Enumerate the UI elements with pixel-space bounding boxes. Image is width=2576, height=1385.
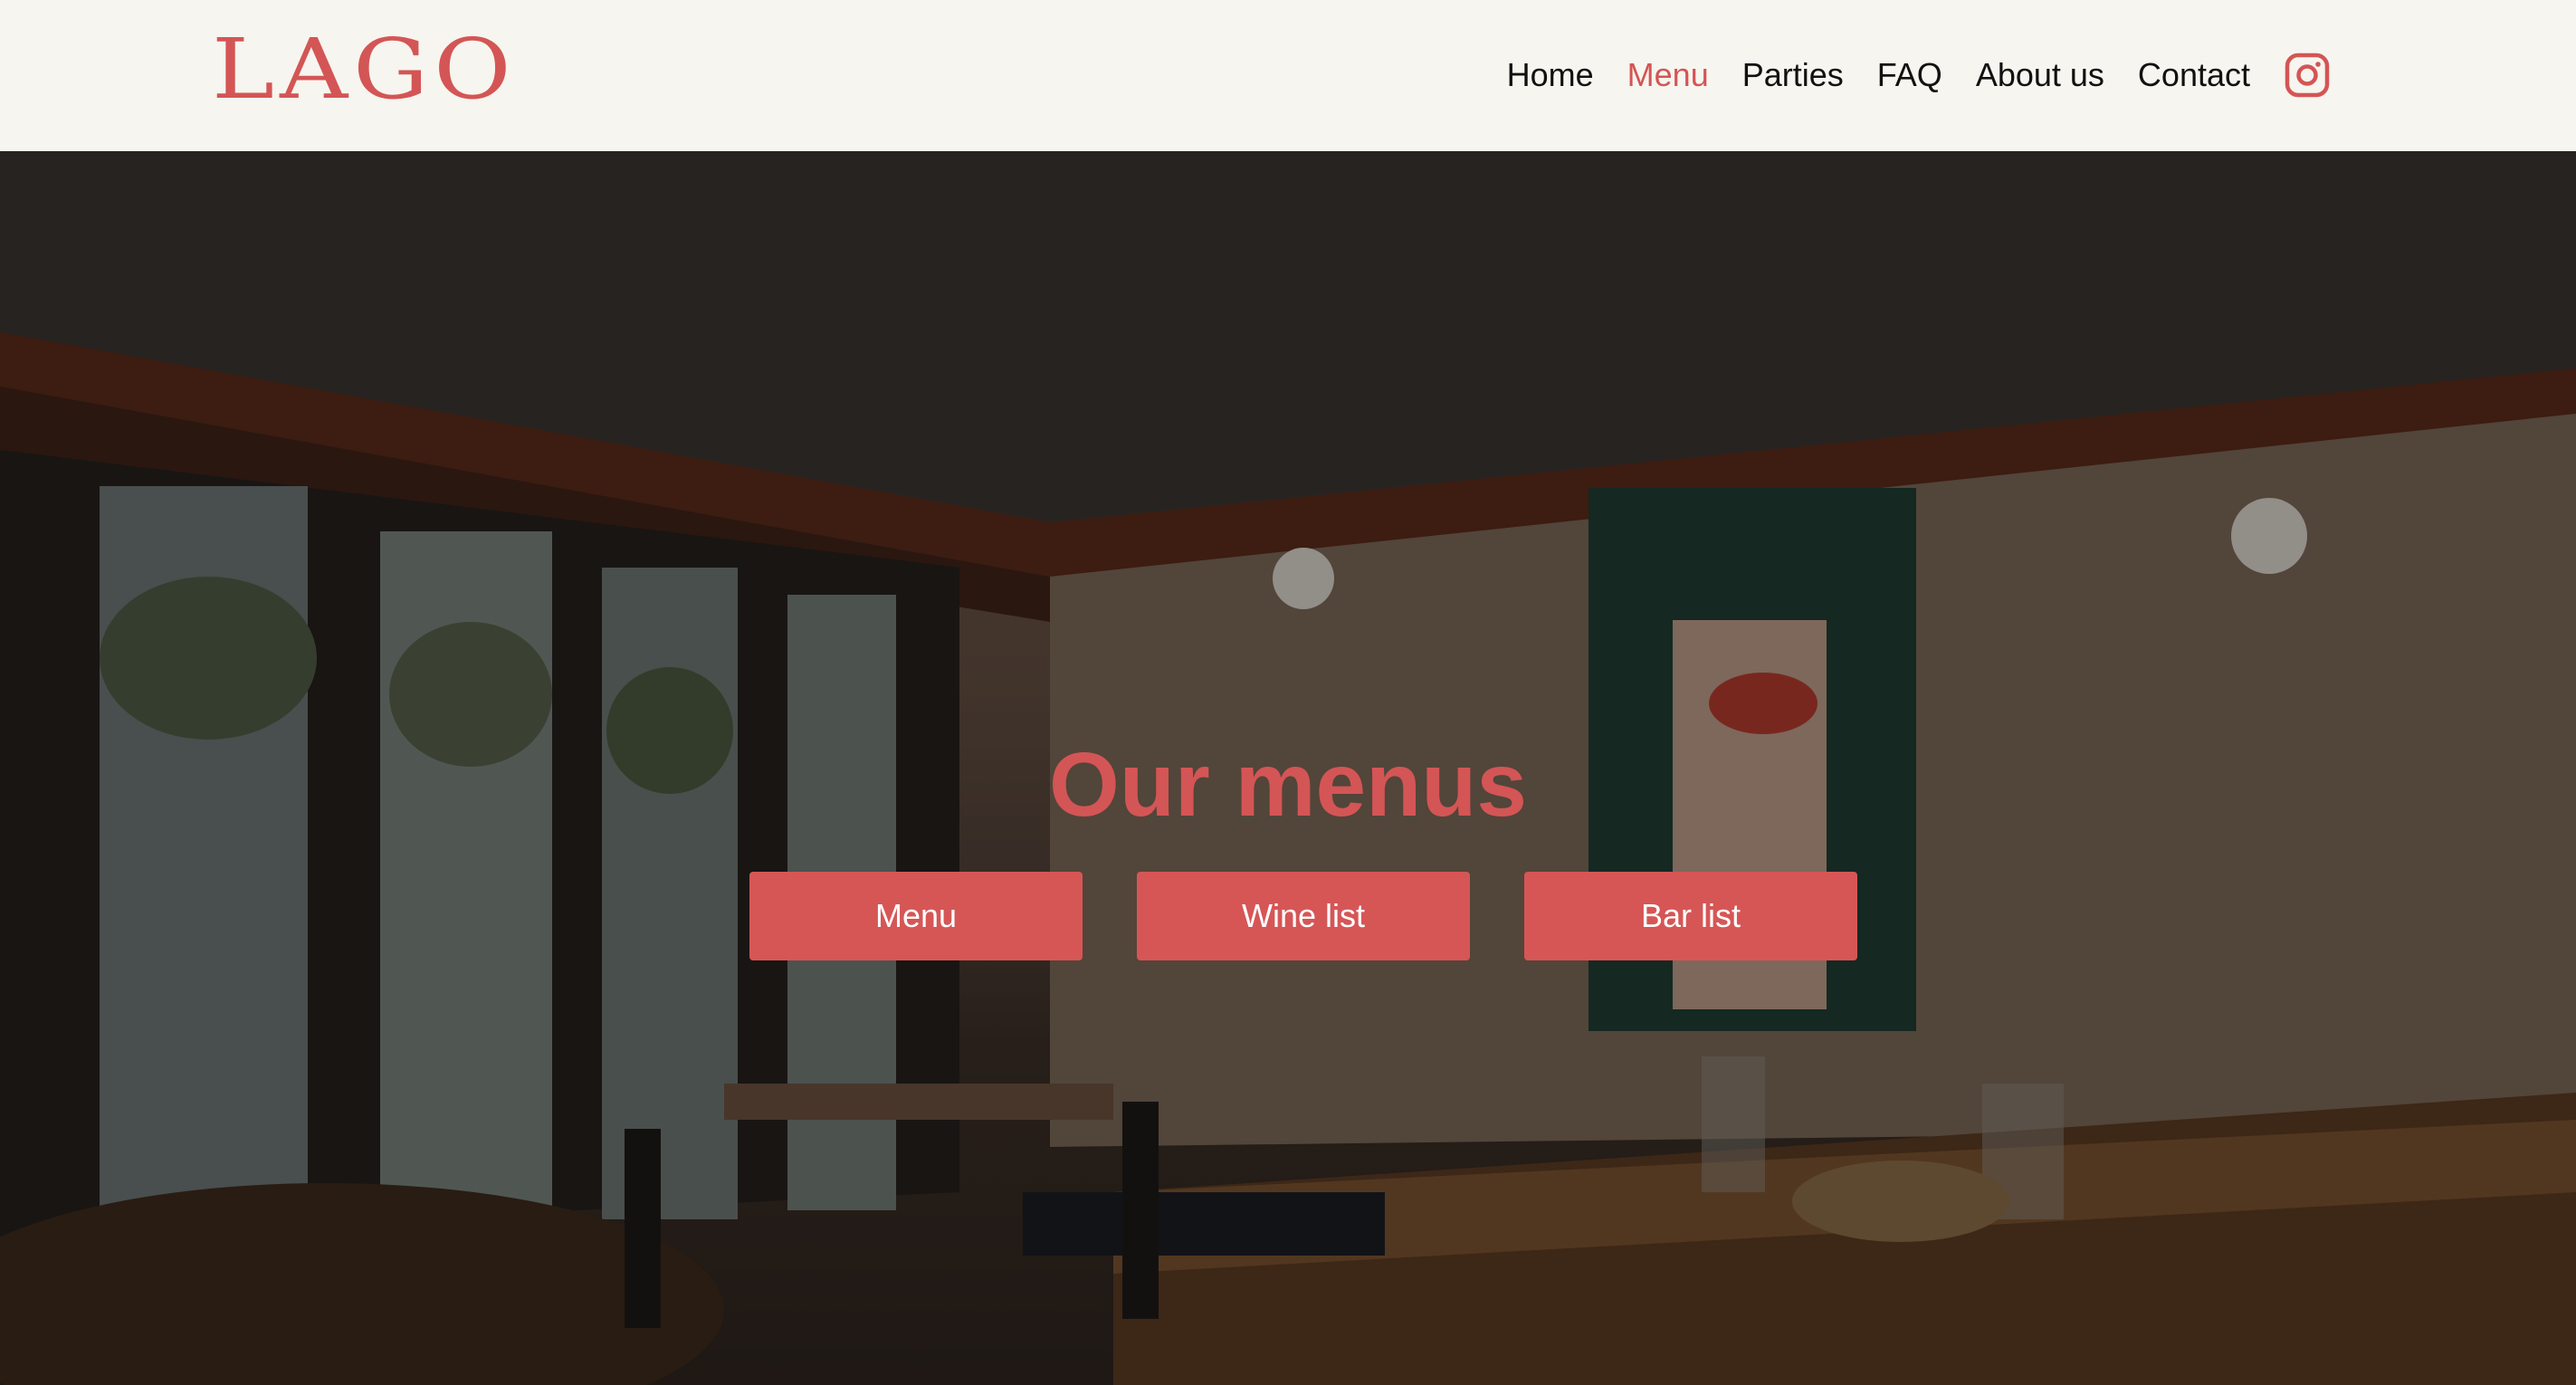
nav-item-home[interactable]: Home [1507, 53, 1594, 98]
nav-item-parties[interactable]: Parties [1742, 53, 1844, 98]
site-header: LAGO Home Menu Parties FAQ About us Cont… [0, 0, 2576, 151]
menu-button[interactable]: Menu [749, 872, 1083, 960]
nav-item-faq[interactable]: FAQ [1877, 53, 1942, 98]
main-nav: Home Menu Parties FAQ About us Contact [1507, 53, 2330, 98]
nav-item-menu[interactable]: Menu [1627, 53, 1709, 98]
menu-buttons: Menu Wine list Bar list [749, 872, 1857, 960]
site-logo[interactable]: LAGO [212, 25, 517, 113]
wine-list-button[interactable]: Wine list [1137, 872, 1470, 960]
nav-item-about-us[interactable]: About us [1976, 53, 2104, 98]
hero-section: Our menus Menu Wine list Bar list [0, 151, 2576, 1385]
instagram-icon[interactable] [2285, 53, 2330, 98]
hero-title: Our menus [1049, 734, 1527, 836]
nav-item-contact[interactable]: Contact [2138, 53, 2250, 98]
bar-list-button[interactable]: Bar list [1524, 872, 1857, 960]
